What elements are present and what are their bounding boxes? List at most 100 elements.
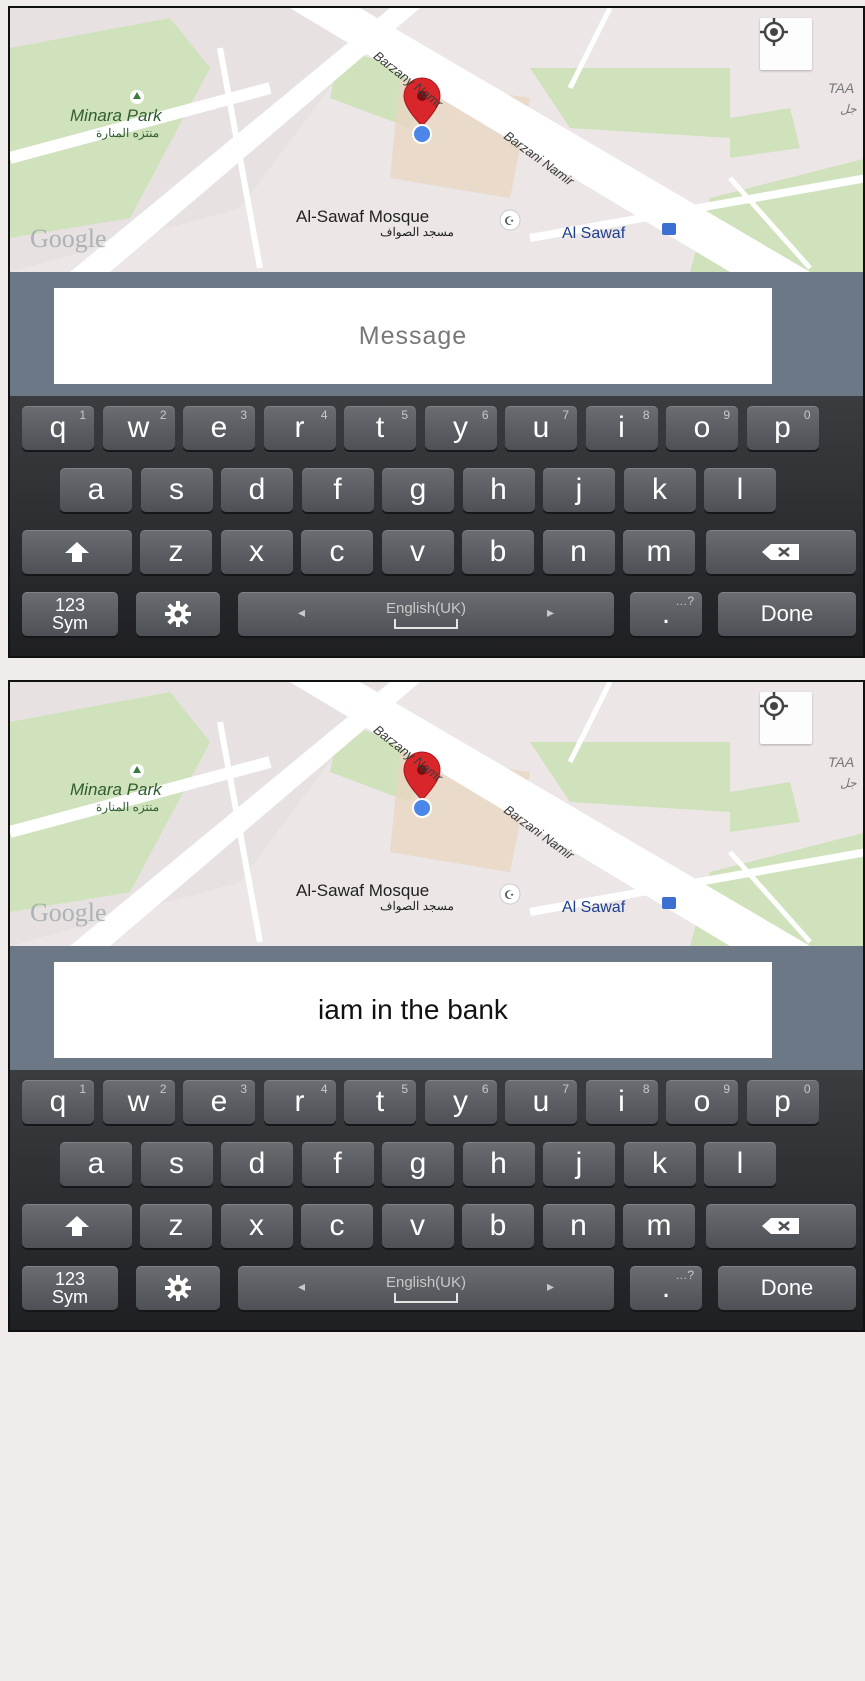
- key-label: j: [575, 1147, 583, 1180]
- key-u[interactable]: u7: [505, 406, 577, 450]
- my-location-button[interactable]: [760, 18, 812, 70]
- key-n[interactable]: n: [542, 530, 615, 574]
- key-l[interactable]: l: [704, 1142, 776, 1186]
- key-e[interactable]: e3: [183, 406, 255, 450]
- key-t[interactable]: t5: [344, 406, 416, 450]
- key-label: j: [575, 473, 583, 506]
- key-hint: 5: [401, 408, 408, 422]
- key-s[interactable]: s: [140, 1142, 213, 1186]
- key-r[interactable]: r4: [263, 1080, 336, 1124]
- space-bar-icon: [394, 618, 458, 629]
- space-key[interactable]: English(UK) ◂ ▸: [238, 1266, 614, 1310]
- key-w[interactable]: w2: [102, 406, 175, 450]
- key-label: o: [693, 1085, 711, 1118]
- period-key[interactable]: . …?: [630, 1266, 702, 1310]
- key-b[interactable]: b: [462, 1204, 534, 1248]
- gear-icon: [165, 601, 191, 627]
- key-y[interactable]: y6: [424, 406, 497, 450]
- key-label: w: [127, 411, 150, 444]
- key-i[interactable]: i8: [585, 1080, 658, 1124]
- key-label: r: [294, 411, 305, 444]
- key-l[interactable]: l: [704, 468, 776, 512]
- message-input[interactable]: Message: [54, 288, 772, 384]
- key-h[interactable]: h: [462, 1142, 535, 1186]
- map-view[interactable]: ☪ Minara Park منتزه المنارة Barzany Namr…: [10, 682, 863, 946]
- key-r[interactable]: r4: [263, 406, 336, 450]
- key-f[interactable]: f: [301, 468, 374, 512]
- key-hint: 3: [240, 408, 247, 422]
- key-label: b: [489, 535, 507, 568]
- backspace-key[interactable]: [706, 1204, 856, 1248]
- key-z[interactable]: z: [140, 1204, 212, 1248]
- key-e[interactable]: e3: [183, 1080, 255, 1124]
- settings-key[interactable]: [136, 1266, 220, 1310]
- key-hint: 0: [803, 1082, 811, 1096]
- space-key[interactable]: English(UK) ◂ ▸: [238, 592, 614, 636]
- key-label: k: [652, 1147, 667, 1180]
- key-v[interactable]: v: [381, 1204, 454, 1248]
- backspace-key[interactable]: [706, 530, 856, 574]
- key-p[interactable]: p0: [746, 406, 819, 450]
- done-key[interactable]: Done: [718, 592, 856, 636]
- key-o[interactable]: o9: [666, 406, 738, 450]
- key-t[interactable]: t5: [344, 1080, 416, 1124]
- key-d[interactable]: d: [221, 1142, 293, 1186]
- key-z[interactable]: z: [140, 530, 212, 574]
- key-m[interactable]: m: [623, 1204, 695, 1248]
- symbols-key[interactable]: 123 Sym: [22, 592, 118, 636]
- key-x[interactable]: x: [220, 530, 293, 574]
- map-view[interactable]: ☪ Minara Park منتزه المنارة Barzany Namr…: [10, 8, 863, 272]
- shift-key[interactable]: [22, 530, 132, 574]
- my-location-button[interactable]: [760, 692, 812, 744]
- key-j[interactable]: j: [543, 468, 615, 512]
- key-i[interactable]: i8: [585, 406, 658, 450]
- shift-key[interactable]: [22, 1204, 132, 1248]
- key-label: s: [169, 1147, 184, 1180]
- key-g[interactable]: g: [382, 468, 454, 512]
- svg-text:☪: ☪: [504, 214, 515, 228]
- bus-stop-name: Al Sawaf: [562, 225, 626, 242]
- key-hint: 1: [79, 1082, 86, 1096]
- period-key[interactable]: . …?: [630, 592, 702, 636]
- key-y[interactable]: y6: [424, 1080, 497, 1124]
- key-b[interactable]: b: [462, 530, 534, 574]
- key-v[interactable]: v: [381, 530, 454, 574]
- key-o[interactable]: o9: [666, 1080, 738, 1124]
- key-m[interactable]: m: [623, 530, 695, 574]
- key-w[interactable]: w2: [102, 1080, 175, 1124]
- key-k[interactable]: k: [623, 1142, 696, 1186]
- current-location-dot: [412, 798, 432, 818]
- key-p[interactable]: p0: [746, 1080, 819, 1124]
- key-hint: 4: [320, 408, 328, 422]
- key-u[interactable]: u7: [505, 1080, 577, 1124]
- key-a[interactable]: a: [60, 1142, 132, 1186]
- key-label: l: [736, 473, 744, 506]
- key-k[interactable]: k: [623, 468, 696, 512]
- key-q[interactable]: q1: [22, 1080, 94, 1124]
- key-label: p: [774, 1085, 791, 1118]
- key-n[interactable]: n: [542, 1204, 615, 1248]
- key-label: d: [248, 473, 266, 506]
- key-label: b: [489, 1209, 507, 1242]
- key-a[interactable]: a: [60, 468, 132, 512]
- key-x[interactable]: x: [220, 1204, 293, 1248]
- key-hint: 7: [562, 408, 569, 422]
- key-label: p: [774, 411, 791, 444]
- shift-arrow-icon: [65, 1216, 89, 1236]
- key-s[interactable]: s: [140, 468, 213, 512]
- key-j[interactable]: j: [543, 1142, 615, 1186]
- key-label: i: [618, 1085, 625, 1118]
- key-g[interactable]: g: [382, 1142, 454, 1186]
- key-c[interactable]: c: [301, 530, 373, 574]
- key-c[interactable]: c: [301, 1204, 373, 1248]
- message-input[interactable]: iam in the bank: [54, 962, 772, 1058]
- key-h[interactable]: h: [462, 468, 535, 512]
- done-key[interactable]: Done: [718, 1266, 856, 1310]
- key-label: c: [329, 1209, 345, 1242]
- key-q[interactable]: q1: [22, 406, 94, 450]
- settings-key[interactable]: [136, 592, 220, 636]
- key-label: s: [169, 473, 184, 506]
- key-f[interactable]: f: [301, 1142, 374, 1186]
- symbols-key[interactable]: 123 Sym: [22, 1266, 118, 1310]
- key-d[interactable]: d: [221, 468, 293, 512]
